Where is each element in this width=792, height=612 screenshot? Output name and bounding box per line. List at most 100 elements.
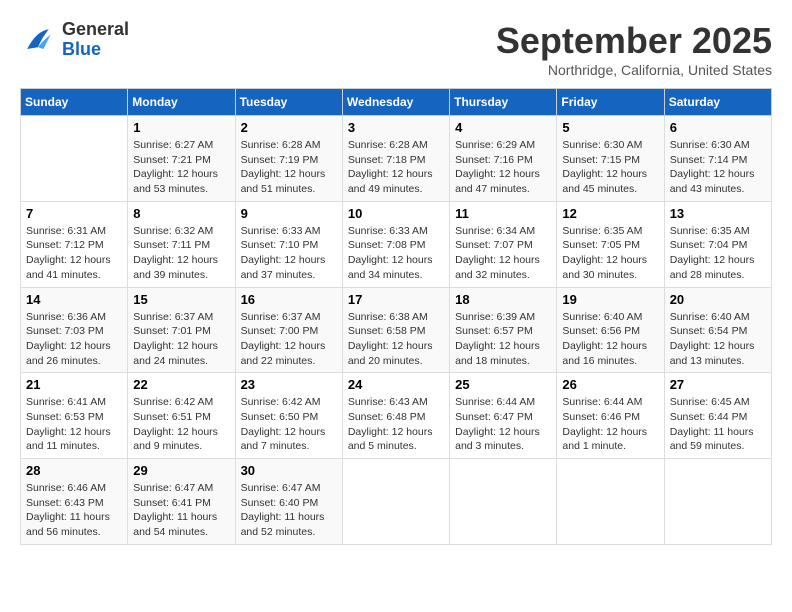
day-info: Sunrise: 6:38 AM Sunset: 6:58 PM Dayligh… xyxy=(348,310,444,369)
day-info: Sunrise: 6:33 AM Sunset: 7:08 PM Dayligh… xyxy=(348,224,444,283)
calendar-cell: 22Sunrise: 6:42 AM Sunset: 6:51 PM Dayli… xyxy=(128,373,235,459)
day-number: 5 xyxy=(562,120,658,135)
day-header-monday: Monday xyxy=(128,89,235,116)
calendar-cell: 4Sunrise: 6:29 AM Sunset: 7:16 PM Daylig… xyxy=(450,116,557,202)
day-number: 19 xyxy=(562,292,658,307)
day-number: 18 xyxy=(455,292,551,307)
day-number: 16 xyxy=(241,292,337,307)
day-number: 10 xyxy=(348,206,444,221)
day-header-sunday: Sunday xyxy=(21,89,128,116)
day-number: 28 xyxy=(26,463,122,478)
calendar-body: 1 Sunrise: 6:27 AM Sunset: 7:21 PM Daylig… xyxy=(21,116,772,545)
calendar-cell: 20 Sunrise: 6:40 AM Sunset: 6:54 PM Dayli… xyxy=(664,287,771,373)
day-info: Sunrise: 6:47 AM Sunset: 6:40 PM Dayligh… xyxy=(241,481,337,540)
calendar-table: SundayMondayTuesdayWednesdayThursdayFrid… xyxy=(20,88,772,545)
calendar-cell xyxy=(664,459,771,545)
day-info: Sunrise: 6:41 AM Sunset: 6:53 PM Dayligh… xyxy=(26,395,122,454)
day-number: 30 xyxy=(241,463,337,478)
calendar-cell: 15 Sunrise: 6:37 AM Sunset: 7:01 PM Dayli… xyxy=(128,287,235,373)
day-info: Sunrise: 6:33 AM Sunset: 7:10 PM Dayligh… xyxy=(241,224,337,283)
day-info: Sunrise: 6:40 AM Sunset: 6:56 PM Dayligh… xyxy=(562,310,658,369)
day-header-wednesday: Wednesday xyxy=(342,89,449,116)
day-info: Sunrise: 6:34 AM Sunset: 7:07 PM Dayligh… xyxy=(455,224,551,283)
calendar-cell: 5 Sunrise: 6:30 AM Sunset: 7:15 PM Daylig… xyxy=(557,116,664,202)
day-info: Sunrise: 6:37 AM Sunset: 7:01 PM Dayligh… xyxy=(133,310,229,369)
day-number: 1 xyxy=(133,120,229,135)
calendar-cell: 23 Sunrise: 6:42 AM Sunset: 6:50 PM Dayli… xyxy=(235,373,342,459)
calendar-cell: 14 Sunrise: 6:36 AM Sunset: 7:03 PM Dayli… xyxy=(21,287,128,373)
day-info: Sunrise: 6:32 AM Sunset: 7:11 PM Dayligh… xyxy=(133,224,229,283)
day-number: 21 xyxy=(26,377,122,392)
calendar-week-5: 28 Sunrise: 6:46 AM Sunset: 6:43 PM Dayli… xyxy=(21,459,772,545)
calendar-cell xyxy=(342,459,449,545)
calendar-cell: 16 Sunrise: 6:37 AM Sunset: 7:00 PM Dayli… xyxy=(235,287,342,373)
day-number: 20 xyxy=(670,292,766,307)
day-number: 15 xyxy=(133,292,229,307)
day-number: 17 xyxy=(348,292,444,307)
calendar-cell: 26Sunrise: 6:44 AM Sunset: 6:46 PM Dayli… xyxy=(557,373,664,459)
calendar-week-2: 7 Sunrise: 6:31 AM Sunset: 7:12 PM Daylig… xyxy=(21,201,772,287)
day-info: Sunrise: 6:46 AM Sunset: 6:43 PM Dayligh… xyxy=(26,481,122,540)
calendar-cell: 8 Sunrise: 6:32 AM Sunset: 7:11 PM Daylig… xyxy=(128,201,235,287)
day-info: Sunrise: 6:30 AM Sunset: 7:15 PM Dayligh… xyxy=(562,138,658,197)
calendar-cell: 10 Sunrise: 6:33 AM Sunset: 7:08 PM Dayli… xyxy=(342,201,449,287)
day-info: Sunrise: 6:30 AM Sunset: 7:14 PM Dayligh… xyxy=(670,138,766,197)
day-info: Sunrise: 6:39 AM Sunset: 6:57 PM Dayligh… xyxy=(455,310,551,369)
day-number: 9 xyxy=(241,206,337,221)
calendar-cell: 1 Sunrise: 6:27 AM Sunset: 7:21 PM Daylig… xyxy=(128,116,235,202)
day-number: 8 xyxy=(133,206,229,221)
calendar-cell: 11Sunrise: 6:34 AM Sunset: 7:07 PM Dayli… xyxy=(450,201,557,287)
day-number: 12 xyxy=(562,206,658,221)
day-info: Sunrise: 6:29 AM Sunset: 7:16 PM Dayligh… xyxy=(455,138,551,197)
calendar-cell: 24 Sunrise: 6:43 AM Sunset: 6:48 PM Dayli… xyxy=(342,373,449,459)
day-number: 29 xyxy=(133,463,229,478)
calendar-header-row: SundayMondayTuesdayWednesdayThursdayFrid… xyxy=(21,89,772,116)
day-info: Sunrise: 6:40 AM Sunset: 6:54 PM Dayligh… xyxy=(670,310,766,369)
calendar-cell: 9 Sunrise: 6:33 AM Sunset: 7:10 PM Daylig… xyxy=(235,201,342,287)
day-number: 14 xyxy=(26,292,122,307)
day-header-friday: Friday xyxy=(557,89,664,116)
calendar-cell: 25 Sunrise: 6:44 AM Sunset: 6:47 PM Dayli… xyxy=(450,373,557,459)
day-info: Sunrise: 6:44 AM Sunset: 6:46 PM Dayligh… xyxy=(562,395,658,454)
calendar-cell: 7 Sunrise: 6:31 AM Sunset: 7:12 PM Daylig… xyxy=(21,201,128,287)
calendar-cell: 2Sunrise: 6:28 AM Sunset: 7:19 PM Daylig… xyxy=(235,116,342,202)
day-header-tuesday: Tuesday xyxy=(235,89,342,116)
day-number: 25 xyxy=(455,377,551,392)
logo: General Blue xyxy=(20,20,129,60)
calendar-week-3: 14 Sunrise: 6:36 AM Sunset: 7:03 PM Dayli… xyxy=(21,287,772,373)
calendar-cell: 18 Sunrise: 6:39 AM Sunset: 6:57 PM Dayli… xyxy=(450,287,557,373)
day-info: Sunrise: 6:35 AM Sunset: 7:05 PM Dayligh… xyxy=(562,224,658,283)
day-info: Sunrise: 6:43 AM Sunset: 6:48 PM Dayligh… xyxy=(348,395,444,454)
day-info: Sunrise: 6:44 AM Sunset: 6:47 PM Dayligh… xyxy=(455,395,551,454)
day-number: 24 xyxy=(348,377,444,392)
calendar-cell: 27Sunrise: 6:45 AM Sunset: 6:44 PM Dayli… xyxy=(664,373,771,459)
calendar-cell: 6 Sunrise: 6:30 AM Sunset: 7:14 PM Daylig… xyxy=(664,116,771,202)
day-info: Sunrise: 6:42 AM Sunset: 6:51 PM Dayligh… xyxy=(133,395,229,454)
day-info: Sunrise: 6:28 AM Sunset: 7:18 PM Dayligh… xyxy=(348,138,444,197)
day-info: Sunrise: 6:37 AM Sunset: 7:00 PM Dayligh… xyxy=(241,310,337,369)
day-info: Sunrise: 6:47 AM Sunset: 6:41 PM Dayligh… xyxy=(133,481,229,540)
day-info: Sunrise: 6:31 AM Sunset: 7:12 PM Dayligh… xyxy=(26,224,122,283)
calendar-cell xyxy=(450,459,557,545)
logo-text: General Blue xyxy=(62,20,129,60)
day-number: 2 xyxy=(241,120,337,135)
day-number: 6 xyxy=(670,120,766,135)
logo-icon xyxy=(20,22,56,58)
day-info: Sunrise: 6:36 AM Sunset: 7:03 PM Dayligh… xyxy=(26,310,122,369)
day-number: 7 xyxy=(26,206,122,221)
day-info: Sunrise: 6:27 AM Sunset: 7:21 PM Dayligh… xyxy=(133,138,229,197)
calendar-cell: 21 Sunrise: 6:41 AM Sunset: 6:53 PM Dayli… xyxy=(21,373,128,459)
day-info: Sunrise: 6:42 AM Sunset: 6:50 PM Dayligh… xyxy=(241,395,337,454)
day-number: 23 xyxy=(241,377,337,392)
page-header: General Blue September 2025 Northridge, … xyxy=(20,20,772,78)
day-number: 3 xyxy=(348,120,444,135)
calendar-week-4: 21 Sunrise: 6:41 AM Sunset: 6:53 PM Dayli… xyxy=(21,373,772,459)
month-title: September 2025 xyxy=(496,20,772,62)
calendar-cell xyxy=(21,116,128,202)
calendar-cell: 19 Sunrise: 6:40 AM Sunset: 6:56 PM Dayli… xyxy=(557,287,664,373)
day-info: Sunrise: 6:35 AM Sunset: 7:04 PM Dayligh… xyxy=(670,224,766,283)
day-info: Sunrise: 6:45 AM Sunset: 6:44 PM Dayligh… xyxy=(670,395,766,454)
calendar-cell: 29 Sunrise: 6:47 AM Sunset: 6:41 PM Dayli… xyxy=(128,459,235,545)
location: Northridge, California, United States xyxy=(496,62,772,78)
day-header-thursday: Thursday xyxy=(450,89,557,116)
